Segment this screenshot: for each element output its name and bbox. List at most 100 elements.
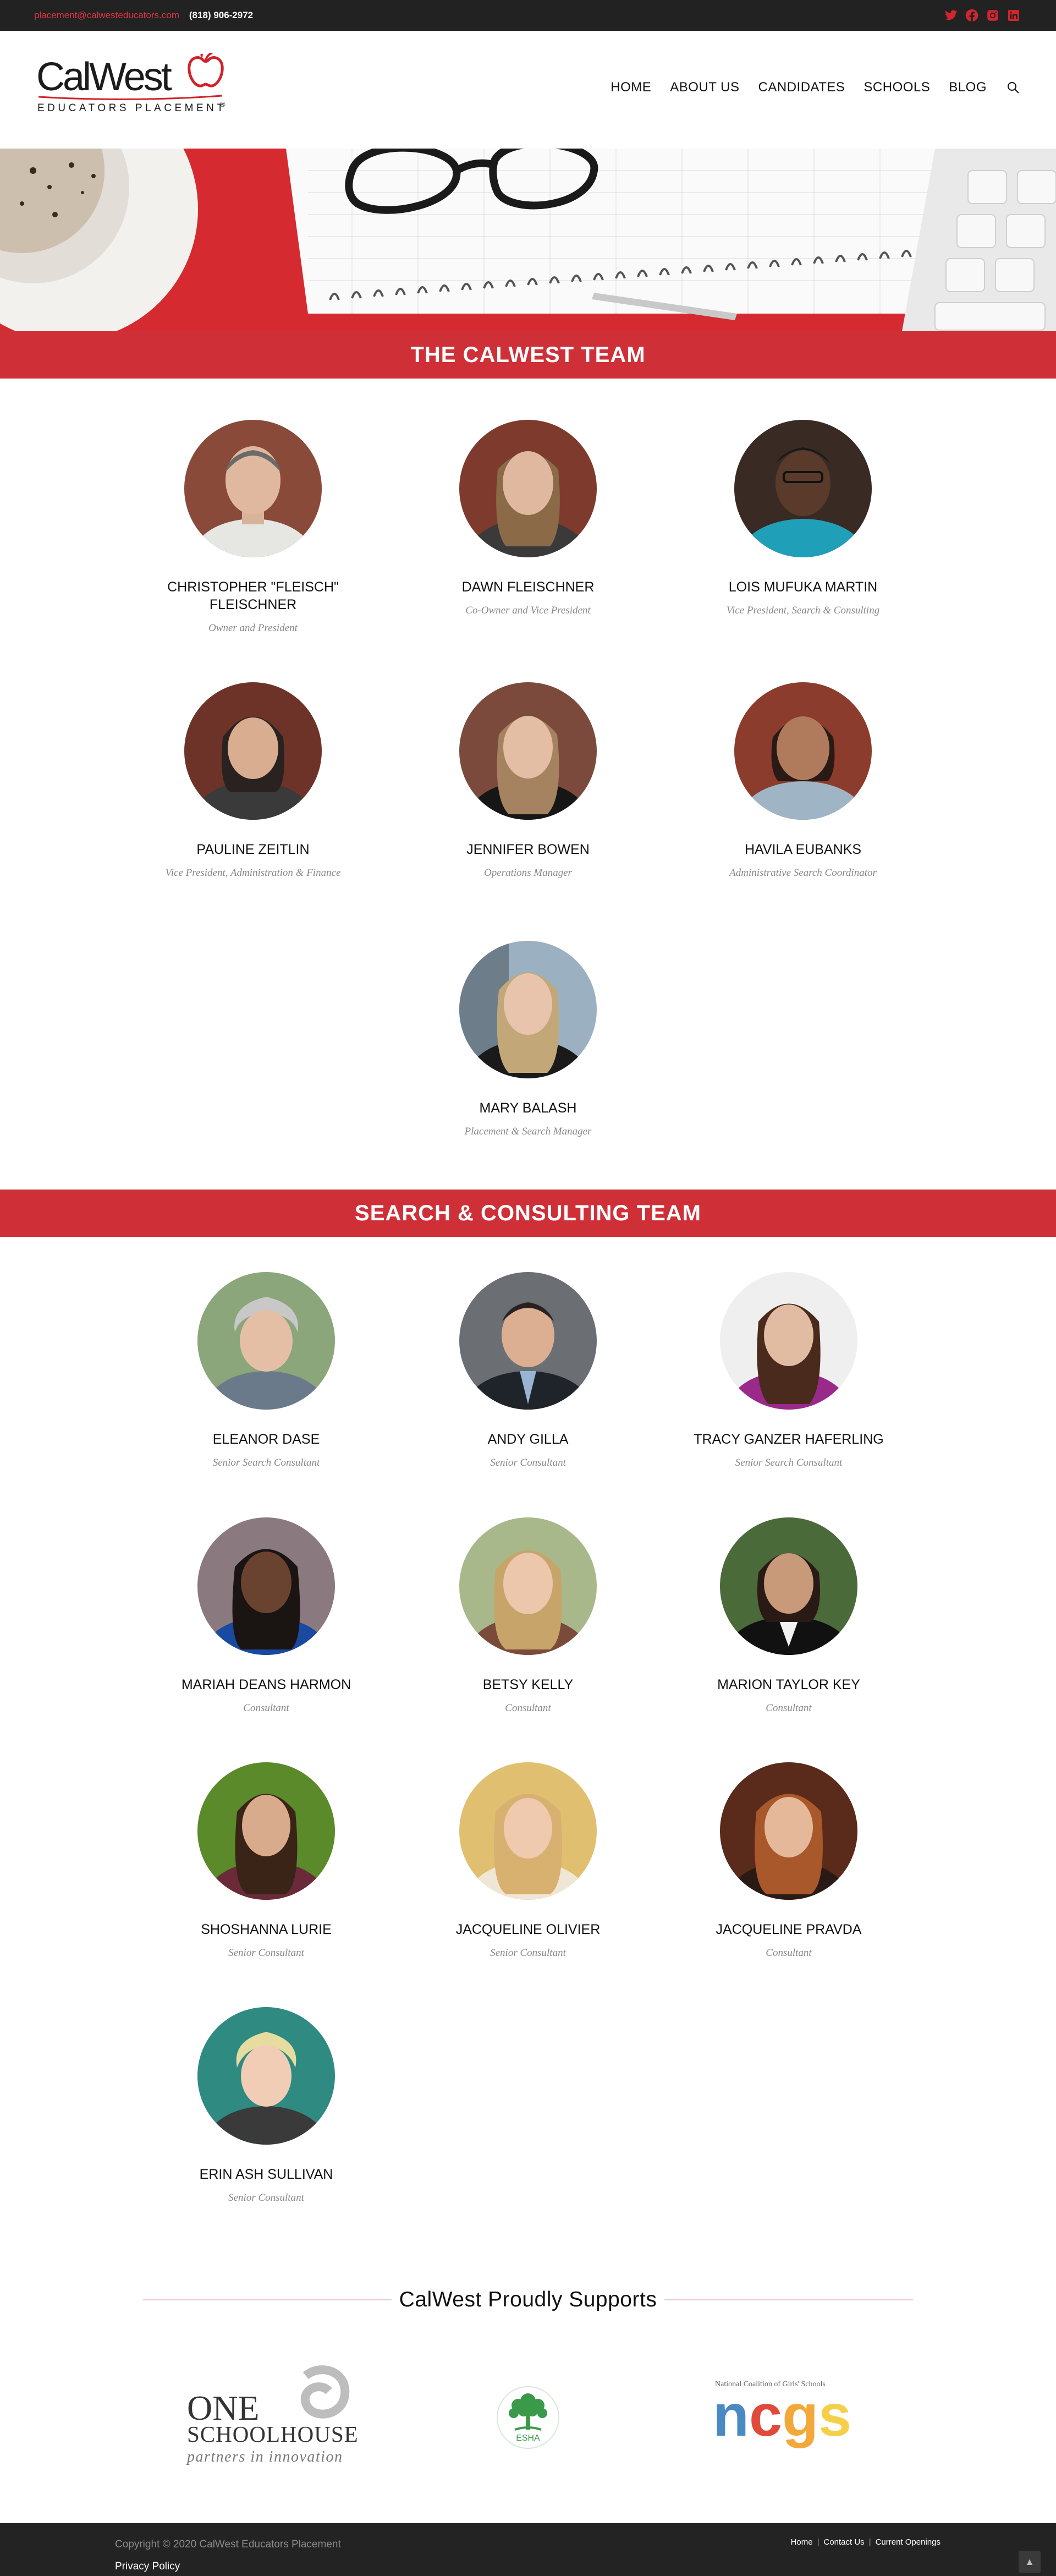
avatar (459, 941, 597, 1078)
avatar (720, 1517, 857, 1655)
member-name: MARION TAYLOR KEY (717, 1677, 860, 1692)
supports-heading: CalWest Proudly Supports (143, 2288, 913, 2312)
team-member: JACQUELINE OLIVIER Senior Consultant (429, 1762, 627, 1959)
consulting-team-grid: ELEANOR DASE Senior Search Consultant AN… (0, 1237, 1056, 2249)
team-member: CHRISTOPHER "FLEISCH" FLEISCHNER Owner a… (154, 420, 352, 634)
divider-line (143, 2299, 392, 2300)
team-member: BETSY KELLY Consultant (429, 1517, 627, 1714)
avatar (459, 682, 597, 820)
contact-info: placement@calwesteducators.com (818) 906… (34, 10, 253, 21)
calwest-logo[interactable]: CalWest EDUCATORS PLACEMENT ® (35, 52, 229, 118)
team-section-title: THE CALWEST TEAM (410, 342, 646, 367)
esha-text: ESHA (516, 2434, 540, 2443)
team-member: PAULINE ZEITLIN Vice President, Administ… (154, 682, 352, 879)
member-name: TRACY GANZER HAFERLING (694, 1432, 884, 1447)
avatar (734, 420, 872, 557)
member-name: ERIN ASH SULLIVAN (199, 2167, 333, 2182)
apple-icon (188, 56, 224, 87)
member-name: CHRISTOPHER "FLEISCH" FLEISCHNER (167, 579, 339, 612)
nav-blog[interactable]: BLOG (949, 80, 987, 95)
supports-title: CalWest Proudly Supports (399, 2288, 657, 2311)
main-nav: HOME ABOUT US CANDIDATES SCHOOLS BLOG (610, 80, 1021, 95)
team-member: HAVILA EUBANKS Administrative Search Coo… (704, 682, 902, 879)
avatar (459, 1762, 597, 1900)
avatar (720, 1762, 857, 1900)
member-role: Consultant (766, 1947, 812, 1959)
one-schoolhouse-logo[interactable]: ONE SCHOOLHOUSE partners in innovation (185, 2365, 361, 2469)
ncgs-logo[interactable]: National Coalition of Girls' Schools ncg… (713, 2378, 858, 2456)
logo-main-text: CalWest (36, 55, 172, 99)
team-member: MARIAH DEANS HARMON Consultant (167, 1517, 365, 1714)
footer-link-contact-us[interactable]: Contact Us (823, 2537, 864, 2547)
privacy-policy-link[interactable]: Privacy Policy (115, 2561, 180, 2573)
footer-link-home[interactable]: Home (791, 2537, 813, 2547)
scroll-to-top-button[interactable]: ▲ (1019, 2551, 1041, 2573)
team-member: JENNIFER BOWEN Operations Manager (429, 682, 627, 879)
member-name: LOIS MUFUKA MARTIN (728, 579, 878, 595)
hero-banner (0, 149, 1056, 331)
supports-section: CalWest Proudly Supports ONE SCHOOLHOUSE… (0, 2249, 1056, 2486)
member-name: MARY BALASH (479, 1100, 577, 1116)
member-role: Consultant (243, 1702, 289, 1714)
linkedin-icon[interactable] (1007, 8, 1021, 23)
twitter-icon[interactable] (944, 8, 958, 23)
avatar (459, 1272, 597, 1410)
top-bar: placement@calwesteducators.com (818) 906… (0, 0, 1056, 31)
member-role: Senior Consultant (228, 1947, 304, 1959)
team-member: JACQUELINE PRAVDA Consultant (690, 1762, 888, 1959)
logo-registered-mark: ® (220, 100, 226, 108)
member-role: Operations Manager (484, 867, 572, 879)
esha-logo[interactable]: ESHA (493, 2382, 563, 2453)
copyright-text: Copyright © 2020 CalWest Educators Place… (115, 2539, 341, 2550)
team-member: MARY BALASH Placement & Search Manager (429, 941, 627, 1138)
consulting-section-header: SEARCH & CONSULTING TEAM (0, 1190, 1056, 1237)
team-member: LOIS MUFUKA MARTIN Vice President, Searc… (704, 420, 902, 617)
member-name: SHOSHANNA LURIE (201, 1922, 332, 1937)
avatar (459, 420, 597, 557)
avatar (459, 1517, 597, 1655)
phone-number[interactable]: (818) 906-2972 (189, 10, 253, 21)
footer-link-current-openings[interactable]: Current Openings (876, 2537, 941, 2547)
site-footer: Copyright © 2020 CalWest Educators Place… (0, 2523, 1056, 2576)
member-name: ELEANOR DASE (212, 1432, 320, 1447)
member-role: Senior Consultant (490, 1457, 566, 1468)
email-link[interactable]: placement@calwesteducators.com (34, 10, 179, 21)
arrow-up-icon: ▲ (1025, 2556, 1035, 2567)
member-name: PAULINE ZEITLIN (196, 842, 310, 857)
team-member: ELEANOR DASE Senior Search Consultant (167, 1272, 365, 1469)
nav-home[interactable]: HOME (610, 80, 651, 95)
member-role: Consultant (766, 1702, 812, 1714)
member-role: Co-Owner and Vice President (465, 605, 591, 616)
avatar (197, 1762, 335, 1900)
tagline-text: partners in innovation (186, 2448, 343, 2465)
member-role: Senior Consultant (490, 1947, 566, 1959)
member-role: Senior Search Consultant (735, 1457, 843, 1468)
avatar (197, 2007, 335, 2145)
nav-about-us[interactable]: ABOUT US (670, 80, 739, 95)
member-name: JACQUELINE PRAVDA (716, 1922, 862, 1937)
member-name: ANDY GILLA (487, 1432, 569, 1447)
member-name: JACQUELINE OLIVIER (455, 1922, 601, 1937)
member-role: Senior Consultant (228, 2192, 304, 2204)
nav-schools[interactable]: SCHOOLS (864, 80, 930, 95)
social-links (944, 8, 1021, 23)
member-name: DAWN FLEISCHNER (461, 579, 595, 595)
nav-candidates[interactable]: CANDIDATES (758, 80, 845, 95)
team-member: DAWN FLEISCHNER Co-Owner and Vice Presid… (429, 420, 627, 617)
member-role: Administrative Search Coordinator (729, 867, 877, 879)
link-separator: | (817, 2537, 820, 2547)
team-member: MARION TAYLOR KEY Consultant (690, 1517, 888, 1714)
team-member: TRACY GANZER HAFERLING Senior Search Con… (690, 1272, 888, 1469)
search-icon[interactable] (1005, 80, 1021, 95)
avatar (720, 1272, 857, 1410)
team-member: ANDY GILLA Senior Consultant (429, 1272, 627, 1469)
member-role: Consultant (505, 1702, 551, 1714)
consulting-section-title: SEARCH & CONSULTING TEAM (355, 1201, 701, 1225)
instagram-icon[interactable] (986, 8, 1000, 23)
divider-line (664, 2299, 913, 2300)
footer-links: Home | Contact Us | Current Openings (791, 2537, 941, 2547)
member-role: Vice President, Search & Consulting (726, 605, 880, 616)
team-member: ERIN ASH SULLIVAN Senior Consultant (167, 2007, 365, 2204)
facebook-icon[interactable] (965, 8, 979, 23)
avatar (734, 682, 872, 820)
